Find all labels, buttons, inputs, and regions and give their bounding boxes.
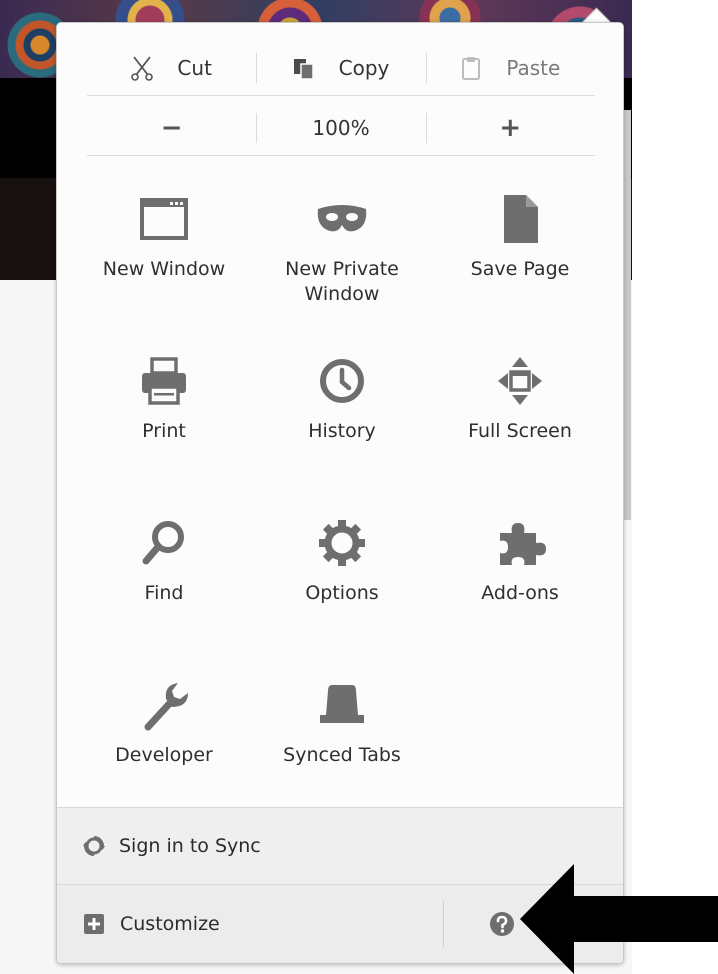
customize-label[interactable]: Customize (120, 913, 220, 935)
new-window-label: New Window (102, 258, 226, 280)
new-private-window-label: New Private Window (285, 258, 399, 305)
help-icon[interactable] (489, 911, 515, 937)
mask-icon (317, 205, 367, 232)
zoom-level: 100% (312, 116, 370, 140)
fullscreen-icon (498, 357, 542, 405)
gear-icon (319, 520, 365, 566)
paste-label: Paste (506, 56, 561, 80)
copy-button[interactable]: Copy (256, 45, 425, 91)
page-icon (504, 195, 538, 243)
footer-divider (443, 901, 444, 947)
options-label: Options (305, 582, 379, 604)
zoom-reset-button[interactable]: 100% (256, 105, 425, 151)
puzzle-icon (500, 523, 546, 565)
zoom-out-symbol: − (160, 113, 183, 143)
history-label: History (308, 420, 376, 442)
new-private-window-button[interactable]: New Private Window (253, 175, 431, 337)
cut-button[interactable]: Cut (87, 45, 256, 91)
synced-tabs-button[interactable]: Synced Tabs (253, 661, 431, 823)
zoom-row-separator (87, 155, 595, 156)
zoom-controls: − 100% + (87, 105, 595, 151)
history-button[interactable]: History (253, 337, 431, 499)
copy-label: Copy (338, 56, 390, 80)
copy-icon (293, 59, 314, 80)
paste-icon (462, 57, 481, 80)
new-window-button[interactable]: New Window (75, 175, 253, 337)
cut-label: Cut (177, 56, 212, 80)
printer-icon (142, 357, 186, 405)
edit-controls: Cut Copy Paste (87, 45, 595, 91)
window-icon (140, 198, 188, 240)
synced-tabs-label: Synced Tabs (283, 744, 401, 766)
menu-grid: New Window New Private Window Save Page (75, 175, 609, 823)
full-screen-button[interactable]: Full Screen (431, 337, 609, 499)
save-page-button[interactable]: Save Page (431, 175, 609, 337)
zoom-out-button[interactable]: − (87, 105, 256, 151)
pointer-arrow-annotation (520, 864, 718, 974)
plus-box-icon (84, 914, 104, 934)
save-page-label: Save Page (470, 258, 570, 280)
developer-label: Developer (115, 744, 213, 766)
developer-button[interactable]: Developer (75, 661, 253, 823)
add-ons-button[interactable]: Add-ons (431, 499, 609, 661)
find-label: Find (144, 582, 184, 604)
options-button[interactable]: Options (253, 499, 431, 661)
sync-icon (83, 836, 105, 856)
synced-tabs-icon (320, 685, 364, 723)
add-ons-label: Add-ons (481, 582, 559, 604)
sign-in-to-sync-label: Sign in to Sync (119, 835, 261, 857)
find-button[interactable]: Find (75, 499, 253, 661)
magnifier-icon (142, 521, 184, 565)
full-screen-label: Full Screen (468, 420, 572, 442)
zoom-in-button[interactable]: + (425, 105, 595, 151)
wrench-icon (144, 683, 188, 731)
zoom-in-symbol: + (499, 113, 522, 143)
edit-row-separator (87, 95, 595, 96)
scissors-icon (131, 56, 154, 81)
print-button[interactable]: Print (75, 337, 253, 499)
menu-panel: Cut Copy Paste − 100% + New Window New P… (56, 22, 624, 964)
paste-button[interactable]: Paste (425, 45, 595, 91)
clock-icon (320, 359, 364, 403)
print-label: Print (142, 420, 186, 442)
